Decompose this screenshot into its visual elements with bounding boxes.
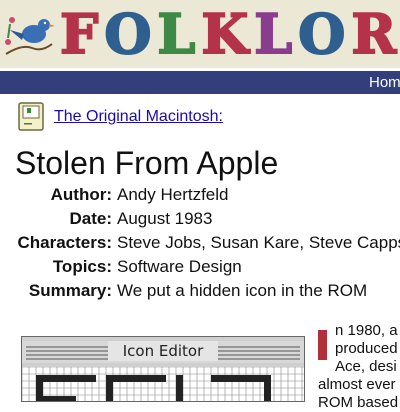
meta-row-summary: Summary: We put a hidden icon in the ROM <box>0 281 400 305</box>
meta-label: Summary: <box>28 281 112 300</box>
logo-letter: F <box>59 2 105 66</box>
logo-letter: L <box>253 2 299 66</box>
meta-value: Andy Hertzfeld <box>117 185 229 204</box>
meta-value: Steve Jobs, Susan Kare, Steve Capps <box>117 233 400 252</box>
meta-row-author: Author: Andy Hertzfeld <box>0 185 400 209</box>
folklore-logo[interactable]: FOLKLORE <box>59 2 400 66</box>
meta-value: Software Design <box>117 257 242 276</box>
logo-letter: O <box>103 2 158 66</box>
macintosh-icon[interactable] <box>18 102 44 132</box>
home-link[interactable]: Home <box>369 74 400 91</box>
site-banner: FOLKLORE <box>0 0 400 68</box>
meta-label: Author: <box>50 185 112 204</box>
logo-letter: L <box>156 2 202 66</box>
meta-value: We put a hidden icon in the ROM <box>117 281 368 300</box>
logo-letter: K <box>200 2 255 66</box>
section-link[interactable]: The Original Macintosh: <box>54 108 223 126</box>
icon-editor-screenshot: Icon Editor <box>21 336 305 402</box>
story-body: n 1980, a produced Ace, desi almost ever… <box>318 322 400 412</box>
story-line: almost ever <box>318 376 396 393</box>
icon-editor-title: Icon Editor <box>108 341 218 361</box>
logo-letter: R <box>350 2 400 66</box>
meta-label: Date: <box>69 209 112 228</box>
meta-value: August 1983 <box>117 209 213 228</box>
meta-row-date: Date: August 1983 <box>0 209 400 233</box>
nav-bar: Home <box>0 71 400 94</box>
story-line: ROM based <box>318 394 399 411</box>
logo-letter: O <box>297 2 352 66</box>
meta-label: Characters: <box>17 233 113 252</box>
page-title: Stolen From Apple <box>15 145 279 181</box>
bluebird-icon <box>5 17 55 55</box>
story-line: produced <box>335 340 398 357</box>
meta-row-topics: Topics: Software Design <box>0 257 400 281</box>
meta-label: Topics: <box>52 257 112 276</box>
fatbits-grid <box>22 367 304 401</box>
meta-row-characters: Characters: Steve Jobs, Susan Kare, Stev… <box>0 233 400 257</box>
story-line: n 1980, a <box>335 322 398 339</box>
story-line: Ace, desi <box>335 358 397 375</box>
